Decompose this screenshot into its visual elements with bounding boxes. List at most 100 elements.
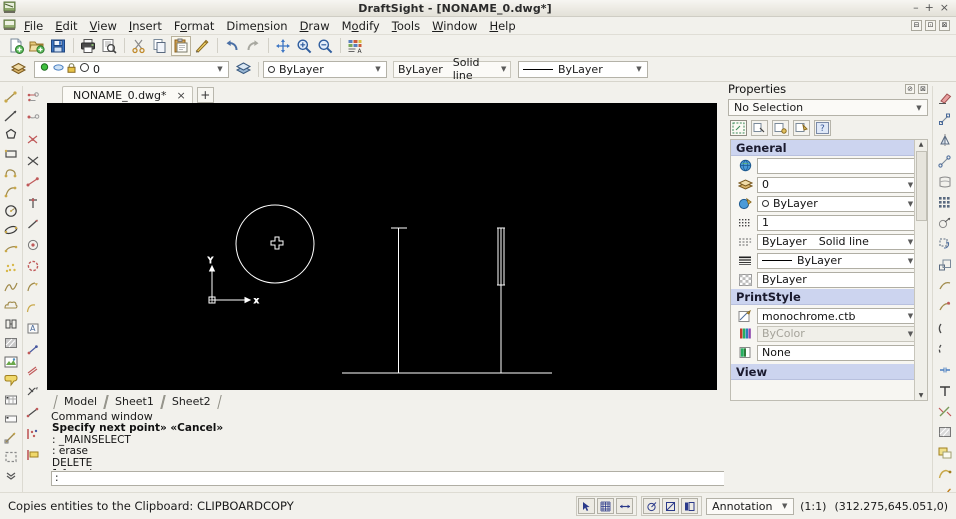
chevron-down-icon[interactable]: ▼	[214, 65, 226, 73]
property-group-view[interactable]: View ▲	[731, 364, 927, 380]
infinite-line-icon[interactable]	[1, 107, 21, 125]
property-value-color[interactable]: ByLayer ▼	[757, 195, 918, 212]
dim-diameter-icon[interactable]	[23, 172, 43, 192]
property-value-printstyle-table[interactable]: monochrome.ctb ▼	[757, 308, 918, 324]
pick-entity-icon[interactable]	[793, 120, 810, 136]
arc-icon[interactable]	[1, 183, 21, 201]
float-icon[interactable]: ⊘	[905, 84, 915, 94]
print-preview-icon[interactable]	[99, 36, 119, 56]
chevron-down-icon[interactable]: ▼	[778, 502, 791, 510]
extend-icon[interactable]	[935, 318, 955, 338]
block-icon[interactable]	[1, 315, 21, 333]
chamfer-icon[interactable]	[935, 381, 955, 401]
lineweight-combo[interactable]: ByLayer ▼	[518, 60, 648, 78]
property-row-layer[interactable]: 0 ▼	[731, 175, 927, 194]
property-value-linestyle[interactable]: ByLayer Solid line ▼	[757, 233, 918, 250]
sheet-tab-sheet1[interactable]: Sheet1	[106, 394, 163, 409]
pointer-icon[interactable]	[578, 498, 596, 514]
pan-icon[interactable]	[273, 36, 293, 56]
layer-color-icon[interactable]	[79, 62, 93, 76]
edit-polyline-icon[interactable]	[935, 464, 955, 484]
mdi-restore-button[interactable]: ⊡	[925, 20, 936, 31]
mdi-minimize-button[interactable]: ⊟	[911, 20, 922, 31]
dim-center-icon[interactable]	[23, 256, 43, 276]
rectangle-icon[interactable]	[1, 145, 21, 163]
layer-on-icon[interactable]	[39, 62, 52, 76]
dim-ordinate-icon[interactable]	[23, 193, 43, 213]
select-entities-icon[interactable]	[751, 120, 768, 136]
close-button[interactable]: ×	[940, 2, 949, 13]
minimize-button[interactable]: –	[913, 2, 919, 13]
property-value[interactable]: None	[757, 344, 918, 361]
open-file-icon[interactable]	[27, 36, 47, 56]
save-icon[interactable]	[48, 36, 68, 56]
image-icon[interactable]	[1, 353, 21, 371]
scroll-down-icon[interactable]: ▼	[919, 391, 924, 400]
close-icon[interactable]: ⊠	[918, 84, 928, 94]
dim-continue-icon[interactable]	[23, 235, 43, 255]
color-combo[interactable]: ByLayer ▼	[263, 60, 387, 78]
property-value-layer[interactable]: 0 ▼	[757, 176, 918, 193]
redo-icon[interactable]	[243, 36, 263, 56]
property-row-printstyle-name[interactable]: None	[731, 343, 927, 362]
pattern-icon[interactable]	[935, 172, 955, 192]
selection-combo[interactable]: No Selection ▼	[728, 99, 928, 116]
menu-item-insert[interactable]: Insert	[123, 18, 168, 34]
copy-icon[interactable]	[150, 36, 170, 56]
property-row-lineweight[interactable]: ByLayer ▼	[731, 251, 927, 270]
etrack-icon[interactable]	[681, 498, 699, 514]
join-icon[interactable]	[935, 360, 955, 380]
property-value[interactable]: ByLayer	[757, 271, 918, 288]
document-tab[interactable]: NONAME_0.dwg* ×	[62, 86, 193, 103]
property-row-color[interactable]: ByLayer ▼	[731, 194, 927, 213]
point-icon[interactable]	[1, 259, 21, 277]
property-row-linescale[interactable]: 1	[731, 213, 927, 232]
property-value-lineweight[interactable]: ByLayer ▼	[757, 252, 918, 269]
layer-combo[interactable]: 0 ▼	[34, 60, 229, 78]
toggle-filter-icon[interactable]	[772, 120, 789, 136]
dim-tolerance-icon[interactable]	[23, 298, 43, 318]
chevron-down-icon[interactable]: ▼	[633, 65, 645, 73]
maximize-button[interactable]: +	[925, 2, 934, 13]
chevron-down-icon[interactable]: ▼	[499, 65, 508, 73]
menu-item-edit[interactable]: Edit	[49, 18, 83, 34]
copy-entity-icon[interactable]	[935, 109, 955, 129]
cloud-icon[interactable]	[1, 296, 21, 314]
menu-item-file[interactable]: File	[18, 18, 49, 34]
menu-item-modify[interactable]: Modify	[336, 18, 386, 34]
scale-icon[interactable]	[935, 255, 955, 275]
property-value[interactable]: 1	[757, 214, 918, 231]
polyline-icon[interactable]	[1, 164, 21, 182]
ortho-icon[interactable]	[616, 498, 634, 514]
layer-freeze-icon[interactable]	[52, 62, 66, 76]
zoom-in-icon[interactable]	[294, 36, 314, 56]
note-icon[interactable]	[1, 372, 21, 390]
dim-linear-icon[interactable]	[23, 88, 43, 108]
sheet-tab-sheet2[interactable]: Sheet2	[163, 394, 220, 409]
fillet-icon[interactable]	[935, 402, 955, 422]
menu-item-draw[interactable]: Draw	[294, 18, 336, 34]
properties-manager-icon[interactable]: A	[345, 36, 365, 56]
property-value[interactable]	[757, 157, 918, 174]
properties-scrollbar[interactable]: ▲ ▼	[914, 140, 927, 400]
rotate-icon[interactable]	[935, 234, 955, 254]
ellipse-arc-icon[interactable]	[1, 240, 21, 258]
dim-jog-icon[interactable]	[23, 424, 43, 444]
dim-radial-icon[interactable]	[23, 151, 43, 171]
mdi-close-button[interactable]: ⊠	[939, 20, 950, 31]
dim-edit-icon[interactable]	[23, 340, 43, 360]
undo-icon[interactable]	[222, 36, 242, 56]
grid-icon[interactable]	[597, 498, 615, 514]
layer-previous-icon[interactable]	[233, 59, 253, 79]
trim-icon[interactable]	[935, 297, 955, 317]
property-row-linestyle[interactable]: ByLayer Solid line ▼	[731, 232, 927, 251]
spline-icon[interactable]	[1, 278, 21, 296]
scrollbar-thumb[interactable]	[916, 151, 927, 221]
polar-icon[interactable]	[643, 498, 661, 514]
explode-icon[interactable]	[935, 423, 955, 443]
paste-icon[interactable]	[171, 35, 191, 56]
menu-item-window[interactable]: Window	[426, 18, 483, 34]
table-icon[interactable]	[1, 391, 21, 409]
new-file-icon[interactable]	[6, 36, 26, 56]
dim-text-edit-icon[interactable]	[23, 361, 43, 381]
